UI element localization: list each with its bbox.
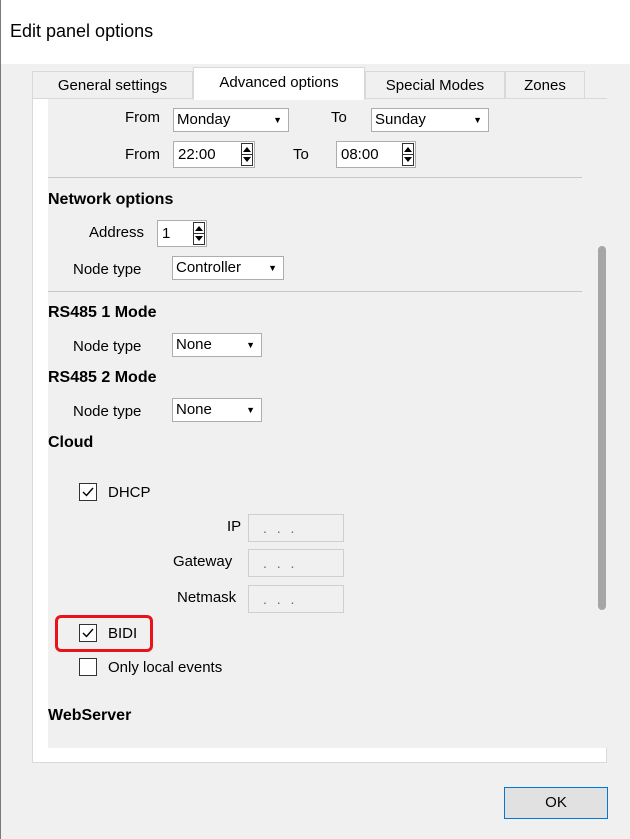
schedule-time-from-label: From [125,146,160,163]
schedule-day-from-value: Monday [177,111,231,128]
netmask-address-field[interactable]: . . . [248,585,344,613]
network-node-type-label: Node type [73,261,142,278]
only-local-events-label: Only local events [108,659,223,676]
netmask-label: Netmask [177,589,237,606]
network-node-type-select[interactable]: Controller ▼ [172,256,284,280]
gateway-address-field[interactable]: . . . [248,549,344,577]
ok-button[interactable]: OK [504,787,608,819]
schedule-time-from-spinner[interactable]: 22:00 [173,141,255,168]
schedule-time-from-value: 22:00 [178,146,216,163]
tab-general-settings[interactable]: General settings [32,71,193,99]
webserver-heading: WebServer [48,707,132,724]
tab-bar: General settings Advanced options Specia… [1,67,630,100]
chevron-down-icon: ▼ [273,115,282,125]
chevron-down-icon: ▼ [246,340,255,350]
gateway-label: Gateway [173,553,233,570]
chevron-down-icon: ▼ [268,263,277,273]
rs485-2-node-type-label: Node type [73,403,142,420]
spinner-arrows-icon[interactable] [402,143,414,166]
schedule-time-to-value: 08:00 [341,146,379,163]
spinner-arrows-icon[interactable] [241,143,253,166]
divider [48,291,582,292]
checkmark-icon [82,487,94,497]
schedule-day-to-select[interactable]: Sunday ▼ [371,108,489,132]
ip-address-field[interactable]: . . . [248,514,344,542]
scrollbar-thumb[interactable] [598,246,606,610]
network-options-heading: Network options [48,191,174,208]
rs485-2-node-type-select[interactable]: None ▼ [172,398,262,422]
schedule-time-to-label: To [293,146,309,163]
tab-panel-advanced-options: From Monday ▼ To Sunday ▼ From 22:00 To … [32,98,608,763]
tab-advanced-options[interactable]: Advanced options [193,67,365,100]
spinner-arrows-icon[interactable] [193,222,205,245]
dialog-title: Edit panel options [10,21,154,41]
title-bar: Edit panel options [1,0,630,64]
address-label: Address [89,224,145,241]
rs485-2-node-type-value: None [176,401,212,418]
rs485-1-heading: RS485 1 Mode [48,304,157,321]
bidi-highlight-box [55,615,153,652]
cloud-heading: Cloud [48,434,94,451]
rs485-1-node-type-select[interactable]: None ▼ [172,333,262,357]
ip-label: IP [227,518,242,535]
dhcp-checkbox[interactable] [79,483,97,501]
chevron-down-icon: ▼ [246,405,255,415]
address-value: 1 [162,225,171,242]
schedule-day-from-label: From [125,109,160,126]
network-node-type-value: Controller [176,259,242,276]
schedule-day-from-select[interactable]: Monday ▼ [173,108,289,132]
vertical-scrollbar[interactable] [595,99,608,748]
tab-zones[interactable]: Zones [505,71,585,99]
only-local-events-checkbox[interactable] [79,658,97,676]
schedule-day-to-value: Sunday [375,111,426,128]
rs485-1-node-type-value: None [176,336,212,353]
divider [48,177,582,178]
dhcp-label: DHCP [108,484,151,501]
address-spinner[interactable]: 1 [157,220,207,247]
schedule-day-to-label: To [331,109,347,126]
rs485-2-heading: RS485 2 Mode [48,369,157,386]
tab-special-modes[interactable]: Special Modes [365,71,505,99]
schedule-time-to-spinner[interactable]: 08:00 [336,141,416,168]
rs485-1-node-type-label: Node type [73,338,142,355]
edit-panel-options-dialog: Edit panel options General settings Adva… [0,0,630,839]
chevron-down-icon: ▼ [473,115,482,125]
